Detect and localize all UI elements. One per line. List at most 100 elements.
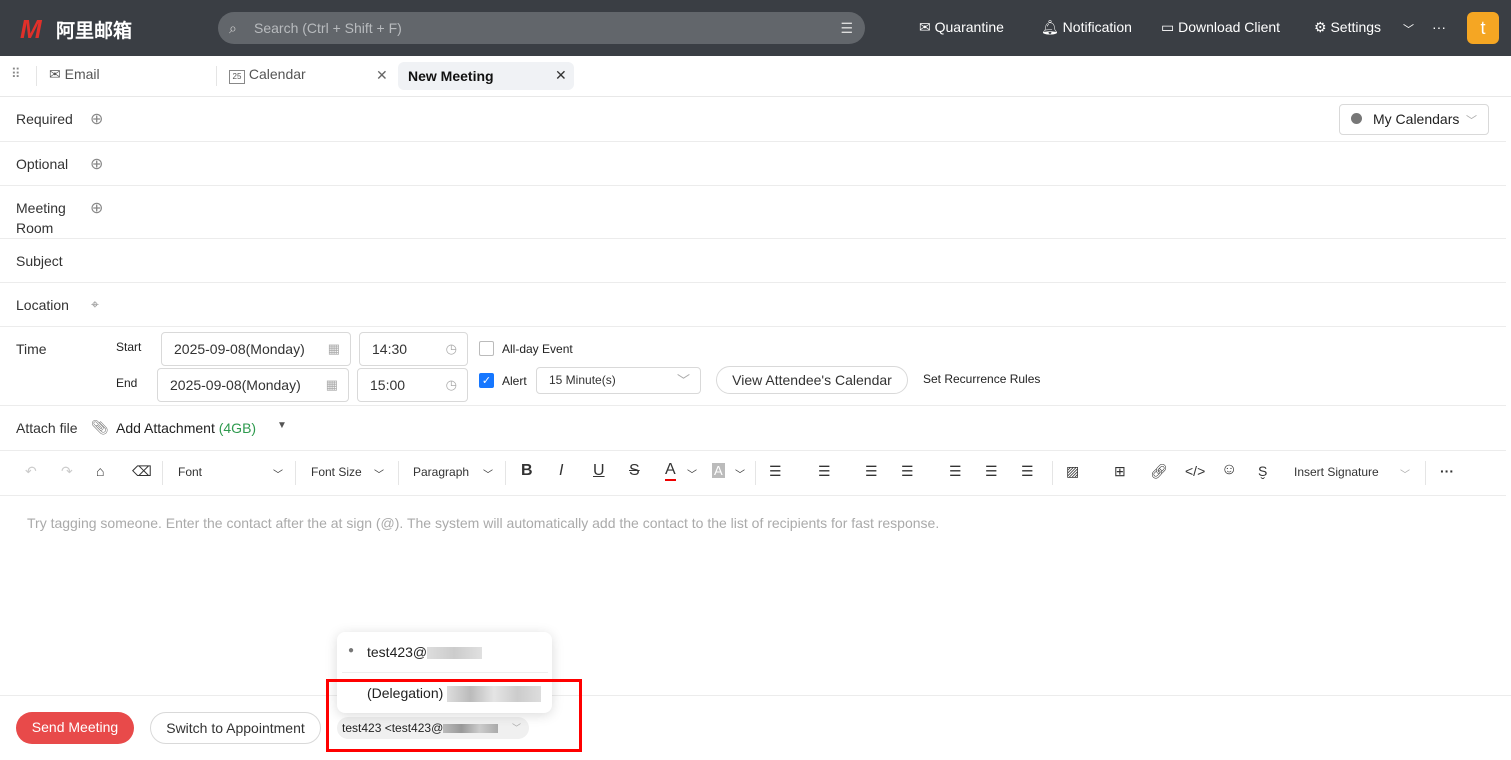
more-tools-button[interactable]: ··· — [1440, 463, 1454, 479]
search-input[interactable]: ⌕ Search (Ctrl + Shift + F) ☰ — [218, 12, 865, 44]
set-recurrence-link[interactable]: Set Recurrence Rules — [923, 372, 1040, 386]
alert-checkbox[interactable]: ✓ — [479, 373, 494, 388]
italic-icon[interactable]: I — [559, 462, 563, 480]
filter-icon[interactable]: ☰ — [840, 12, 853, 44]
end-label: End — [116, 376, 138, 390]
location-row[interactable] — [0, 283, 1506, 327]
line-height-icon[interactable]: ☰ — [865, 463, 878, 480]
add-optional-icon[interactable]: ⊕ — [90, 154, 103, 174]
bold-icon[interactable]: B — [521, 462, 533, 480]
emoji-icon[interactable]: ☺ — [1221, 461, 1237, 479]
paragraph-select[interactable]: Paragraph — [413, 465, 469, 479]
code-icon[interactable]: </> — [1185, 463, 1205, 479]
all-day-checkbox[interactable] — [479, 341, 494, 356]
justify-icon[interactable]: ☰ — [949, 463, 962, 480]
subject-label: Subject — [16, 253, 63, 269]
editor-body[interactable]: Try tagging someone. Enter the contact a… — [27, 515, 939, 531]
table-icon[interactable]: ⊞ — [1114, 463, 1126, 480]
alert-label: Alert — [502, 374, 527, 388]
eraser-icon[interactable]: ⌫ — [132, 463, 152, 480]
subject-row[interactable] — [0, 239, 1506, 283]
switch-to-appointment-button[interactable]: Switch to Appointment — [150, 712, 321, 744]
calendar-color-dot — [1351, 113, 1362, 124]
chevron-down-icon[interactable]: ﹀ — [687, 466, 697, 481]
optional-label: Optional — [16, 156, 69, 172]
clock-icon: ◷ — [445, 341, 457, 356]
dropdown-item-self[interactable]: test423@ — [367, 644, 483, 660]
avatar[interactable]: t — [1467, 12, 1499, 44]
divider — [162, 461, 163, 485]
redo-icon[interactable]: ↷ — [61, 463, 73, 480]
end-time-value: 15:00 — [370, 377, 406, 393]
tab-label: Email — [64, 66, 100, 82]
link-icon[interactable]: 🔗︎ — [1150, 463, 1168, 480]
chevron-down-icon[interactable]: ﹀ — [735, 466, 745, 481]
close-new-meeting-tab-icon[interactable]: ✕ — [555, 67, 567, 84]
settings-button[interactable]: ⚙ Settings — [1314, 19, 1381, 36]
chevron-down-icon: ﹀ — [676, 373, 690, 388]
end-time-input[interactable]: 15:00 ◷ — [357, 368, 468, 402]
align-icon[interactable]: ☰ — [901, 463, 914, 480]
optional-row[interactable] — [0, 142, 1506, 186]
numbered-list-icon[interactable]: ☰ — [818, 463, 831, 480]
download-client-button[interactable]: ▭ Download Client — [1161, 19, 1280, 36]
redacted-text — [427, 647, 483, 660]
quarantine-label: Quarantine — [934, 19, 1004, 35]
font-color-icon[interactable]: A — [665, 461, 676, 481]
indent-icon[interactable]: ☰ — [1021, 463, 1034, 480]
chevron-down-icon[interactable]: ﹀ — [483, 466, 493, 481]
divider — [295, 461, 296, 485]
start-date-input[interactable]: 2025-09-08(Monday) ▦ — [161, 332, 351, 366]
add-attachment-button[interactable]: Add Attachment (4GB) — [116, 420, 256, 436]
my-calendars-label: My Calendars — [1373, 111, 1460, 127]
divider — [0, 695, 1511, 696]
add-room-icon[interactable]: ⊕ — [90, 198, 103, 218]
start-time-input[interactable]: 14:30 ◷ — [359, 332, 468, 366]
format-painter-icon[interactable]: ⌂ — [96, 463, 104, 479]
outdent-icon[interactable]: ☰ — [985, 463, 998, 480]
highlight-box — [326, 679, 582, 752]
strikethrough-icon[interactable]: S — [629, 462, 640, 480]
caret-down-icon[interactable]: ▼ — [277, 420, 287, 431]
all-day-label: All-day Event — [502, 342, 573, 356]
quarantine-button[interactable]: ✉ Quarantine — [919, 19, 1004, 36]
download-label: Download Client — [1178, 19, 1281, 35]
highlight-color-icon[interactable]: A — [712, 463, 725, 478]
start-date-value: 2025-09-08(Monday) — [174, 341, 305, 357]
undo-icon[interactable]: ↶ — [25, 463, 37, 480]
divider — [1052, 461, 1053, 485]
notification-label: Notification — [1062, 19, 1132, 35]
more-button[interactable]: ··· — [1432, 19, 1446, 35]
divider — [1425, 461, 1426, 485]
location-pin-icon[interactable]: ⌖ — [91, 296, 99, 313]
send-meeting-button[interactable]: Send Meeting — [16, 712, 134, 744]
view-attendee-calendar-button[interactable]: View Attendee's Calendar — [716, 366, 908, 394]
chevron-down-icon[interactable]: ﹀ — [1403, 21, 1414, 37]
divider — [216, 66, 217, 86]
apps-grid-icon[interactable]: ⠿ — [11, 66, 20, 82]
underline-icon[interactable]: U — [593, 462, 605, 480]
spellcheck-icon[interactable]: S̬ — [1258, 463, 1267, 479]
mail-icon: ✉ — [49, 66, 61, 82]
add-required-icon[interactable]: ⊕ — [90, 109, 103, 129]
time-label: Time — [16, 341, 47, 357]
font-size-select[interactable]: Font Size — [311, 465, 362, 479]
font-select[interactable]: Font — [178, 465, 202, 479]
image-icon[interactable]: ▨ — [1066, 463, 1079, 480]
notification-button[interactable]: 🔔︎ Notification — [1041, 19, 1132, 36]
alert-select[interactable]: 15 Minute(s) ﹀ — [536, 367, 701, 394]
required-row[interactable] — [0, 97, 1506, 142]
divider — [398, 461, 399, 485]
close-calendar-tab-icon[interactable]: ✕ — [376, 67, 388, 84]
end-date-input[interactable]: 2025-09-08(Monday) ▦ — [157, 368, 349, 402]
bullet-list-icon[interactable]: ☰ — [769, 463, 782, 480]
chevron-down-icon[interactable]: ﹀ — [374, 466, 384, 481]
insert-signature-select[interactable]: Insert Signature — [1294, 465, 1379, 479]
meeting-room-row[interactable] — [0, 186, 1506, 239]
tab-email[interactable]: ✉ Email — [49, 66, 100, 83]
divider — [36, 66, 37, 86]
chevron-down-icon[interactable]: ﹀ — [273, 466, 283, 481]
tab-calendar[interactable]: 25 Calendar — [229, 66, 306, 84]
chevron-down-icon[interactable]: ﹀ — [1400, 466, 1410, 481]
attach-label: Attach file — [16, 420, 78, 436]
